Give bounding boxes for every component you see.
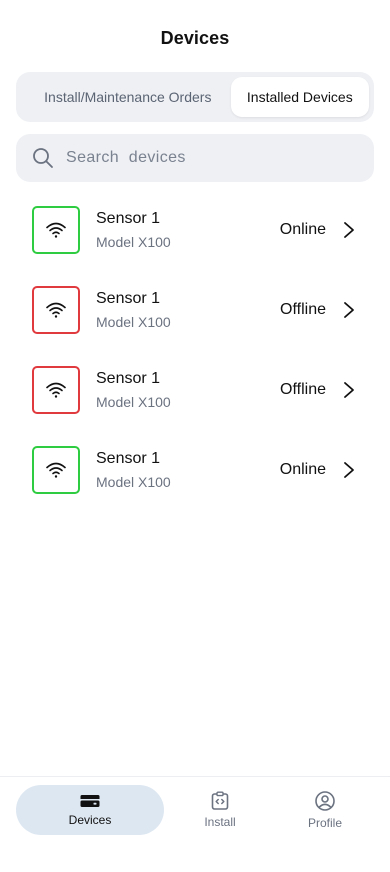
device-model: Model X100 [96, 394, 171, 410]
device-list: Sensor 1 Model X100 Online Sensor 1 Mode… [0, 190, 390, 510]
search-input[interactable] [64, 148, 348, 168]
nav-item-profile[interactable]: Profile [275, 785, 375, 835]
nav-label-install: Install [204, 815, 236, 829]
search-bar[interactable] [16, 134, 374, 182]
device-name: Sensor 1 [96, 290, 161, 307]
device-row[interactable]: Sensor 1 Model X100 Online [0, 190, 390, 270]
devices-screen: Devices Install/Maintenance Orders Insta… [0, 0, 390, 872]
tab-switcher: Install/Maintenance Orders Installed Dev… [16, 72, 374, 122]
nav-item-install[interactable]: Install [170, 785, 270, 835]
chevron-right-icon [344, 462, 354, 478]
search-icon [33, 148, 53, 168]
page-title: Devices [160, 28, 230, 48]
device-status: Online [279, 221, 326, 238]
chevron-right-icon [344, 222, 354, 238]
device-status: Offline [280, 301, 326, 318]
wifi-icon [32, 206, 80, 254]
tab-installed-devices[interactable]: Installed Devices [230, 77, 369, 117]
device-name: Sensor 1 [96, 210, 161, 227]
device-row[interactable]: Sensor 1 Model X100 Offline [0, 270, 390, 350]
device-icon [80, 795, 100, 807]
device-status: Offline [280, 381, 326, 398]
wifi-icon [32, 446, 80, 494]
device-row[interactable]: Sensor 1 Model X100 Online [0, 430, 390, 510]
device-model: Model X100 [96, 314, 171, 330]
install-icon [211, 791, 229, 810]
wifi-icon [32, 366, 80, 414]
chevron-right-icon [344, 382, 354, 398]
tab-install-maintenance-orders[interactable]: Install/Maintenance Orders [21, 77, 231, 117]
device-row[interactable]: Sensor 1 Model X100 Offline [0, 350, 390, 430]
profile-icon [315, 791, 335, 811]
chevron-right-icon [344, 302, 354, 318]
device-name: Sensor 1 [96, 450, 161, 467]
bottom-nav: Devices Install Profile [0, 776, 390, 872]
nav-item-devices[interactable]: Devices [16, 785, 164, 835]
nav-label-profile: Profile [307, 816, 342, 830]
wifi-icon [32, 286, 80, 334]
device-status: Online [279, 461, 326, 478]
device-model: Model X100 [96, 234, 171, 250]
nav-label-devices: Devices [68, 813, 112, 827]
device-name: Sensor 1 [96, 370, 161, 387]
device-model: Model X100 [96, 474, 171, 490]
